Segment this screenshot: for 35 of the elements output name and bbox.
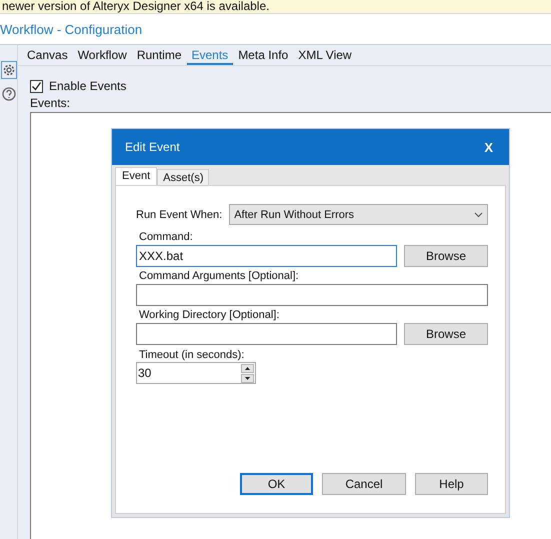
spin-down-icon[interactable] xyxy=(241,374,254,382)
tab[interactable]: Events xyxy=(186,45,234,65)
checkbox-label: Enable Events xyxy=(49,79,126,93)
tab[interactable]: Runtime xyxy=(132,45,186,65)
tab[interactable]: Meta Info xyxy=(233,45,294,65)
close-button[interactable]: X xyxy=(482,140,495,154)
command-label: Command: xyxy=(139,231,194,243)
working-directory-label: Working Directory [Optional]: xyxy=(139,309,280,321)
tab[interactable]: Workflow xyxy=(72,45,132,65)
tab[interactable]: Canvas xyxy=(22,45,73,65)
run-event-when-dropdown[interactable]: After Run Without Errors xyxy=(229,204,488,225)
dialog-title: Edit Event xyxy=(125,140,180,154)
command-field[interactable]: XXX.bat xyxy=(136,245,397,267)
update-notice: newer version of Alteryx Designer x64 is available. xyxy=(2,0,270,12)
browse-button[interactable]: Browse xyxy=(404,245,488,267)
tab[interactable]: Asset(s) xyxy=(157,169,210,185)
dialog-button[interactable]: OK xyxy=(240,473,313,495)
command-arguments-label: Command Arguments [Optional]: xyxy=(139,270,300,282)
dialog-button[interactable]: Help xyxy=(415,473,488,495)
working-directory-field[interactable] xyxy=(136,323,397,345)
events-label: Events: xyxy=(30,96,72,110)
tab[interactable]: XML View xyxy=(293,45,357,65)
command-arguments-field[interactable] xyxy=(136,284,488,306)
tab[interactable]: Event xyxy=(115,167,158,185)
gear-icon[interactable] xyxy=(0,61,16,79)
help-icon[interactable] xyxy=(0,85,16,103)
panel-title: Workflow - Configuration xyxy=(0,22,142,36)
checkbox[interactable] xyxy=(30,80,43,92)
run-event-when-label: Run Event When: xyxy=(136,208,222,220)
browse-button[interactable]: Browse xyxy=(404,323,488,345)
spin-up-icon[interactable] xyxy=(241,364,254,372)
timeout-field[interactable]: 30 xyxy=(136,362,256,384)
timeout-label: Timeout (in seconds): xyxy=(139,349,246,361)
chevron-icon xyxy=(474,212,483,218)
dialog-button[interactable]: Cancel xyxy=(322,473,406,495)
